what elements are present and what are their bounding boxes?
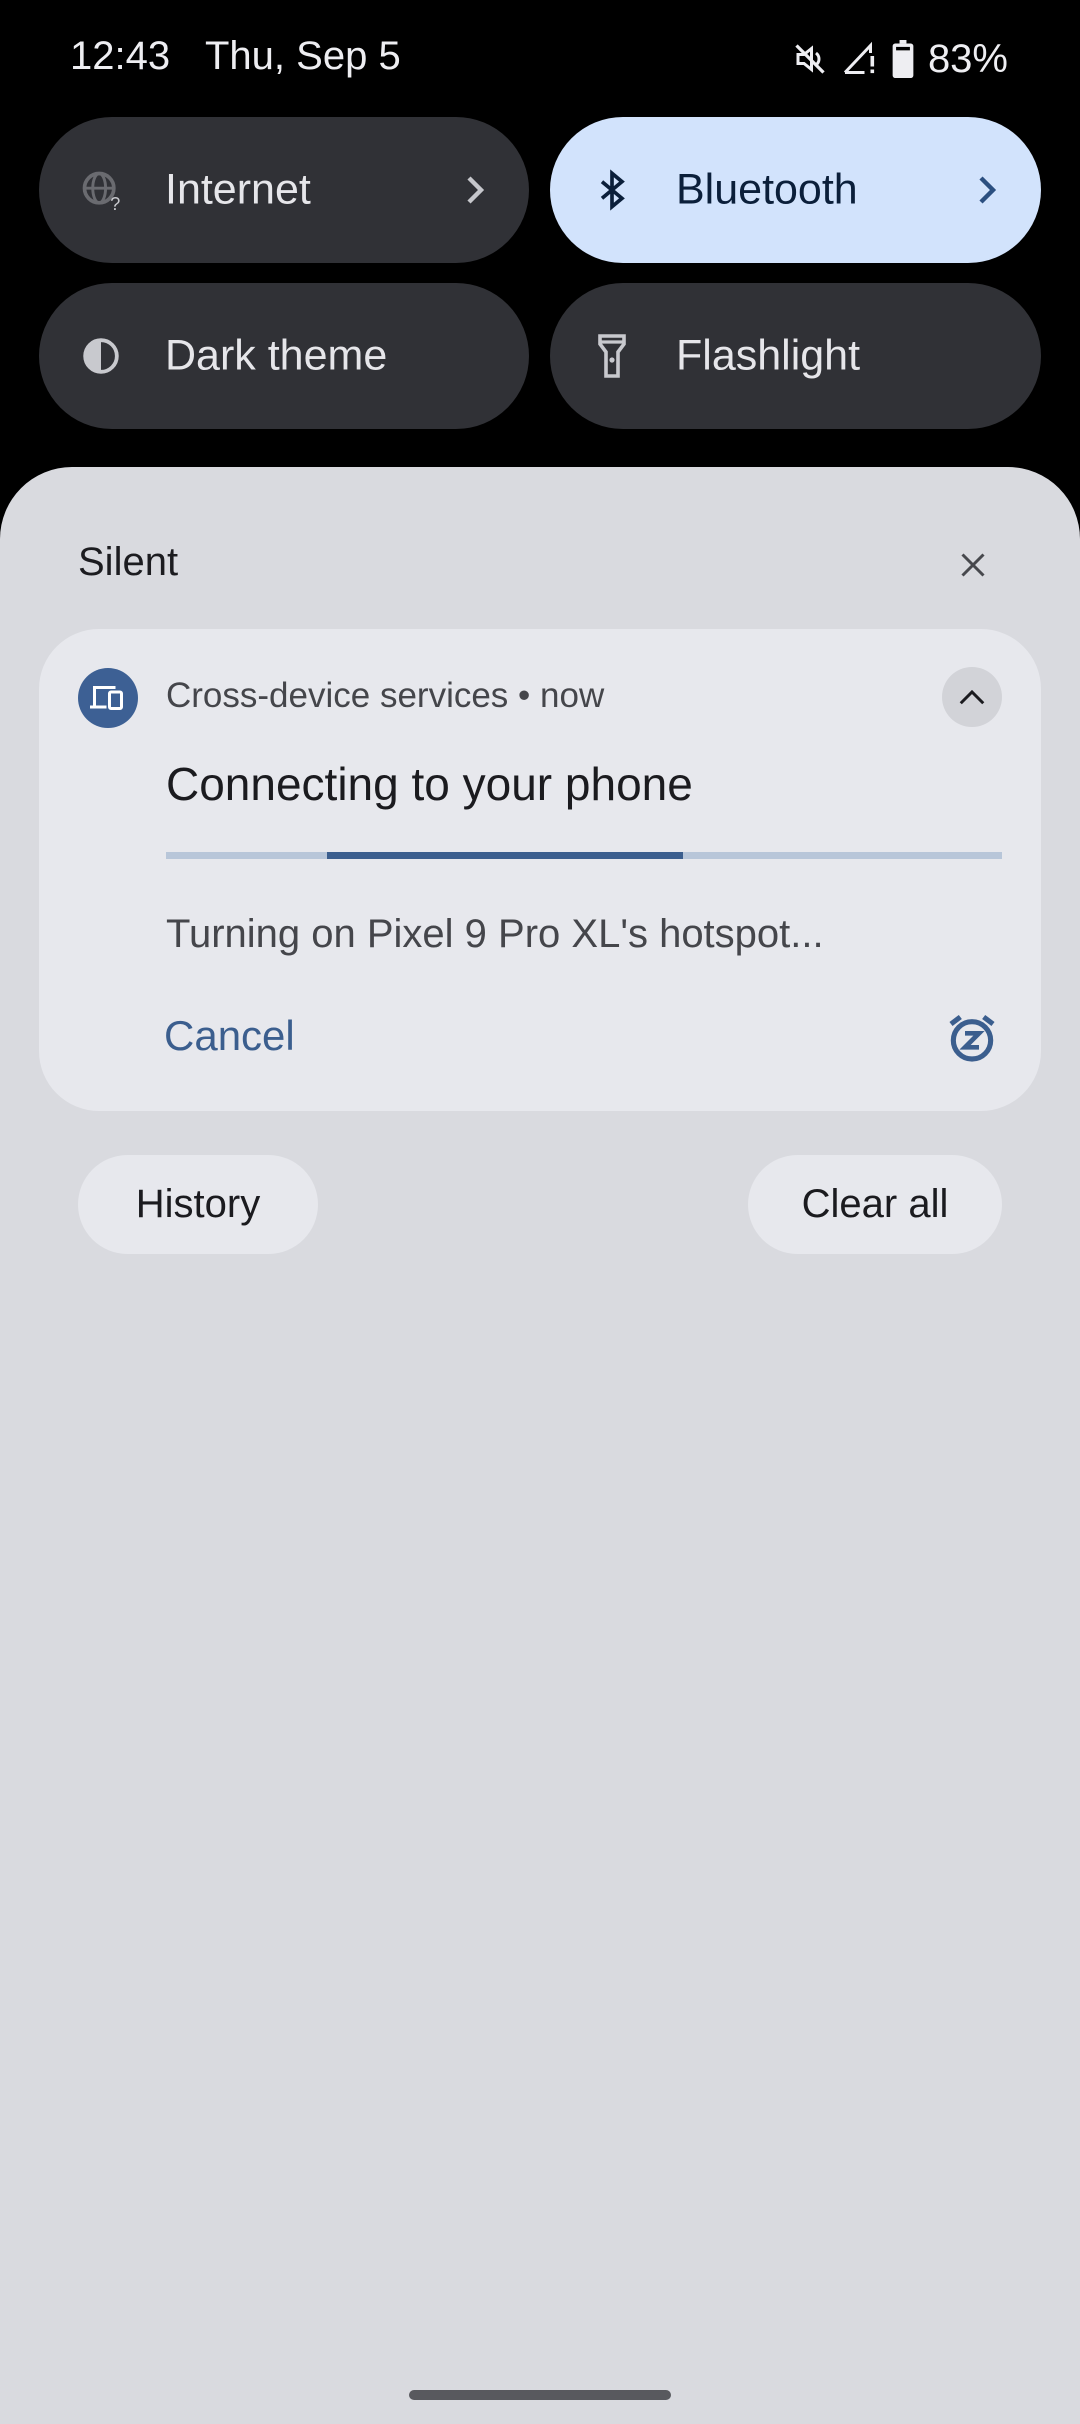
tile-label: Dark theme — [165, 331, 388, 380]
status-bar: 12:43 Thu, Sep 5 83% — [0, 0, 1080, 110]
progress-indicator — [327, 852, 683, 859]
clear-all-button[interactable]: Clear all — [748, 1155, 1002, 1254]
battery-icon — [892, 40, 914, 78]
signal-no-service-icon — [842, 41, 878, 77]
contrast-icon — [79, 334, 123, 378]
notification-title: Connecting to your phone — [166, 758, 693, 810]
cancel-button[interactable]: Cancel — [164, 1012, 295, 1060]
notification-app-meta: Cross-device services • now — [166, 676, 605, 715]
tile-dark-theme[interactable]: Dark theme — [39, 283, 529, 429]
notification-text: Turning on Pixel 9 Pro XL's hotspot... — [166, 912, 824, 956]
tile-label: Internet — [165, 165, 311, 214]
globe-unknown-icon: ? — [79, 168, 123, 212]
collapse-button[interactable] — [942, 667, 1002, 727]
flashlight-icon — [590, 334, 634, 378]
chevron-up-icon — [959, 689, 985, 705]
tile-internet[interactable]: ? Internet — [39, 117, 529, 263]
status-date: Thu, Sep 5 — [205, 34, 401, 78]
chevron-right-icon — [979, 176, 997, 204]
chevron-right-icon — [467, 176, 485, 204]
snooze-icon[interactable] — [944, 1010, 1000, 1066]
home-gesture-handle[interactable] — [409, 2390, 671, 2400]
history-button[interactable]: History — [78, 1155, 318, 1254]
mute-icon — [792, 41, 828, 77]
battery-percent: 83% — [927, 36, 1008, 81]
tile-flashlight[interactable]: Flashlight — [550, 283, 1041, 429]
tile-bluetooth[interactable]: Bluetooth — [550, 117, 1041, 263]
svg-text:?: ? — [110, 193, 120, 212]
section-title-silent: Silent — [78, 540, 179, 584]
status-icons: 83% — [792, 34, 1008, 84]
tile-label: Bluetooth — [676, 165, 858, 214]
bluetooth-icon — [590, 168, 634, 212]
progress-bar-indeterminate — [166, 852, 1002, 859]
devices-icon — [78, 668, 138, 728]
tile-label: Flashlight — [676, 331, 861, 380]
close-icon[interactable] — [955, 547, 991, 583]
status-time: 12:43 — [70, 34, 171, 78]
